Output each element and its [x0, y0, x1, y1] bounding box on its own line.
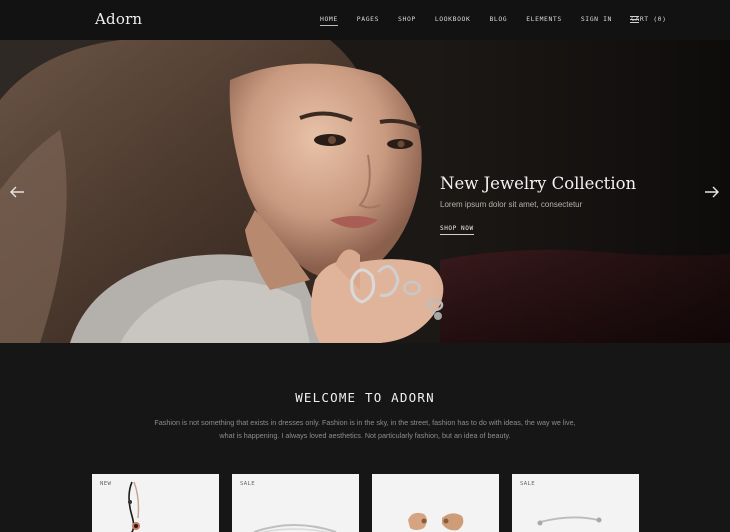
nav-home[interactable]: HOME: [320, 15, 338, 26]
product-grid: NEW SALE SALE: [0, 474, 730, 532]
site-header: Adorn HOME PAGES SHOP LOOKBOOK BLOG ELEM…: [0, 0, 730, 40]
hamburger-menu-icon[interactable]: [630, 16, 639, 23]
nav-pages[interactable]: PAGES: [357, 15, 379, 25]
welcome-text: Fashion is not something that exists in …: [154, 418, 576, 440]
hero-subtitle: Lorem ipsum dolor sit amet, consectetur: [440, 200, 583, 209]
arrow-right-icon[interactable]: [703, 185, 721, 199]
product-card[interactable]: SALE: [232, 474, 359, 532]
badge-sale: SALE: [240, 481, 256, 487]
product-card[interactable]: SALE: [512, 474, 639, 532]
gold-earrings-icon: [408, 512, 464, 531]
nav-shop[interactable]: SHOP: [398, 15, 416, 25]
site-logo[interactable]: Adorn: [95, 10, 142, 28]
arrow-left-icon[interactable]: [8, 185, 26, 199]
hero-title: New Jewelry Collection: [440, 174, 637, 193]
nav-elements[interactable]: ELEMENTS: [526, 15, 562, 25]
shop-now-link[interactable]: SHOP NOW: [440, 225, 474, 235]
nav-sign-in[interactable]: SIGN IN: [581, 15, 612, 25]
product-card[interactable]: NEW: [92, 474, 219, 532]
badge-sale: SALE: [520, 481, 536, 487]
nav-lookbook[interactable]: LOOKBOOK: [435, 15, 471, 25]
product-card[interactable]: [372, 474, 499, 532]
badge-new: NEW: [100, 481, 112, 487]
nav-blog[interactable]: BLOG: [489, 15, 507, 25]
hero-slider: New Jewelry Collection Lorem ipsum dolor…: [0, 40, 730, 343]
welcome-heading: WELCOME TO ADORN: [295, 390, 435, 405]
